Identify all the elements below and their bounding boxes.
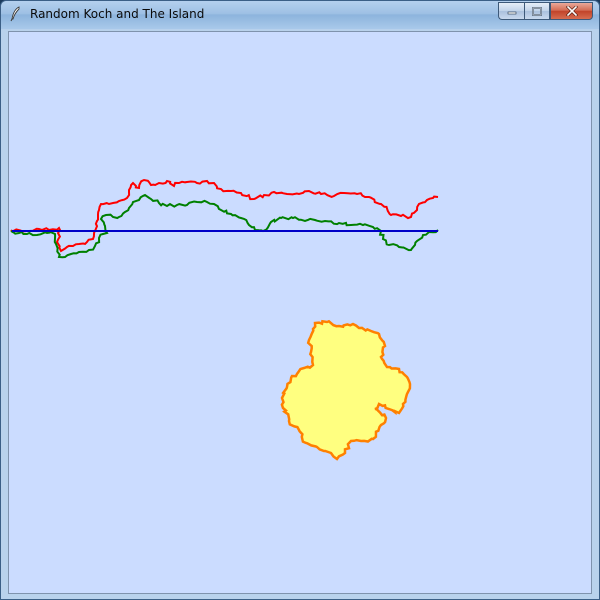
red-koch-curve [10,178,439,253]
maximize-button[interactable] [524,2,550,20]
maximize-icon [532,6,542,16]
window-controls [498,2,593,21]
minimize-icon [507,11,516,15]
fractal-island [280,319,412,461]
window-title: Random Koch and The Island [30,7,205,21]
drawing-canvas[interactable] [8,31,592,594]
feather-icon [10,6,20,22]
close-icon [565,6,578,16]
title-bar[interactable]: Random Koch and The Island [1,1,599,29]
close-button[interactable] [550,2,593,20]
app-window: Random Koch and The Island [0,0,600,600]
green-koch-curve [10,193,439,259]
fractal-drawing [10,178,439,461]
minimize-button[interactable] [498,2,524,20]
